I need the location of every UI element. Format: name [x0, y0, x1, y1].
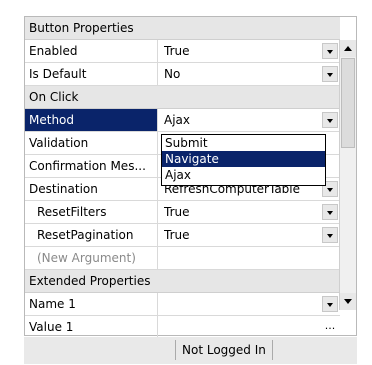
chevron-down-icon[interactable] [322, 204, 338, 220]
property-value[interactable]: True [164, 40, 324, 62]
method-dropdown-list[interactable]: Submit Navigate Ajax [161, 134, 326, 186]
property-name: ResetFilters [25, 201, 158, 223]
property-name: Validation [25, 132, 158, 154]
property-name: Destination [25, 178, 158, 200]
group-title: Extended Properties [29, 274, 151, 288]
property-name: Method [25, 109, 158, 131]
property-row-enabled[interactable]: Enabled True [25, 40, 340, 63]
login-status: Not Logged In [175, 340, 273, 360]
group-header-button-properties: Button Properties [25, 17, 340, 40]
dropdown-option-submit[interactable]: Submit [162, 135, 325, 151]
property-value[interactable]: True [164, 201, 324, 223]
property-row-value-1[interactable]: Value 1 ... [25, 316, 340, 339]
property-row-reset-filters[interactable]: ResetFilters True [25, 201, 340, 224]
property-row-method[interactable]: Method Ajax [25, 109, 340, 132]
group-title: On Click [29, 90, 79, 104]
chevron-down-icon[interactable] [322, 66, 338, 82]
scroll-up-arrow-icon[interactable] [340, 40, 356, 57]
property-row-is-default[interactable]: Is Default No [25, 63, 340, 86]
dropdown-option-navigate[interactable]: Navigate [162, 151, 325, 167]
chevron-down-icon[interactable] [322, 296, 338, 312]
property-row-reset-pagination[interactable]: ResetPagination True [25, 224, 340, 247]
property-name: Confirmation Mes... [25, 155, 158, 177]
chevron-down-icon[interactable] [322, 43, 338, 59]
scrollbar-thumb[interactable] [341, 58, 355, 148]
property-name[interactable]: (New Argument) [25, 247, 158, 269]
property-name: Enabled [25, 40, 158, 62]
property-value[interactable] [164, 316, 324, 338]
property-value[interactable]: True [164, 224, 324, 246]
chevron-down-icon[interactable] [322, 112, 338, 128]
property-row-new-argument[interactable]: (New Argument) [25, 247, 340, 270]
dropdown-option-ajax[interactable]: Ajax [162, 167, 325, 183]
property-name: Is Default [25, 63, 158, 85]
property-value [164, 247, 324, 269]
property-row-name-1[interactable]: Name 1 [25, 293, 340, 316]
status-bar: Not Logged In [24, 337, 357, 364]
chevron-down-icon[interactable] [322, 227, 338, 243]
group-header-on-click: On Click [25, 86, 340, 109]
ellipsis-button[interactable]: ... [322, 319, 338, 335]
scroll-down-arrow-icon[interactable] [340, 293, 356, 310]
property-name: Name 1 [25, 293, 158, 315]
group-title: Button Properties [29, 21, 134, 35]
vertical-scrollbar[interactable] [339, 40, 356, 310]
property-value[interactable]: Ajax [164, 109, 324, 131]
property-value[interactable] [164, 293, 324, 315]
property-value[interactable]: No [164, 63, 324, 85]
group-header-extended-properties: Extended Properties [25, 270, 340, 293]
property-name: Value 1 [25, 316, 158, 338]
property-name: ResetPagination [25, 224, 158, 246]
